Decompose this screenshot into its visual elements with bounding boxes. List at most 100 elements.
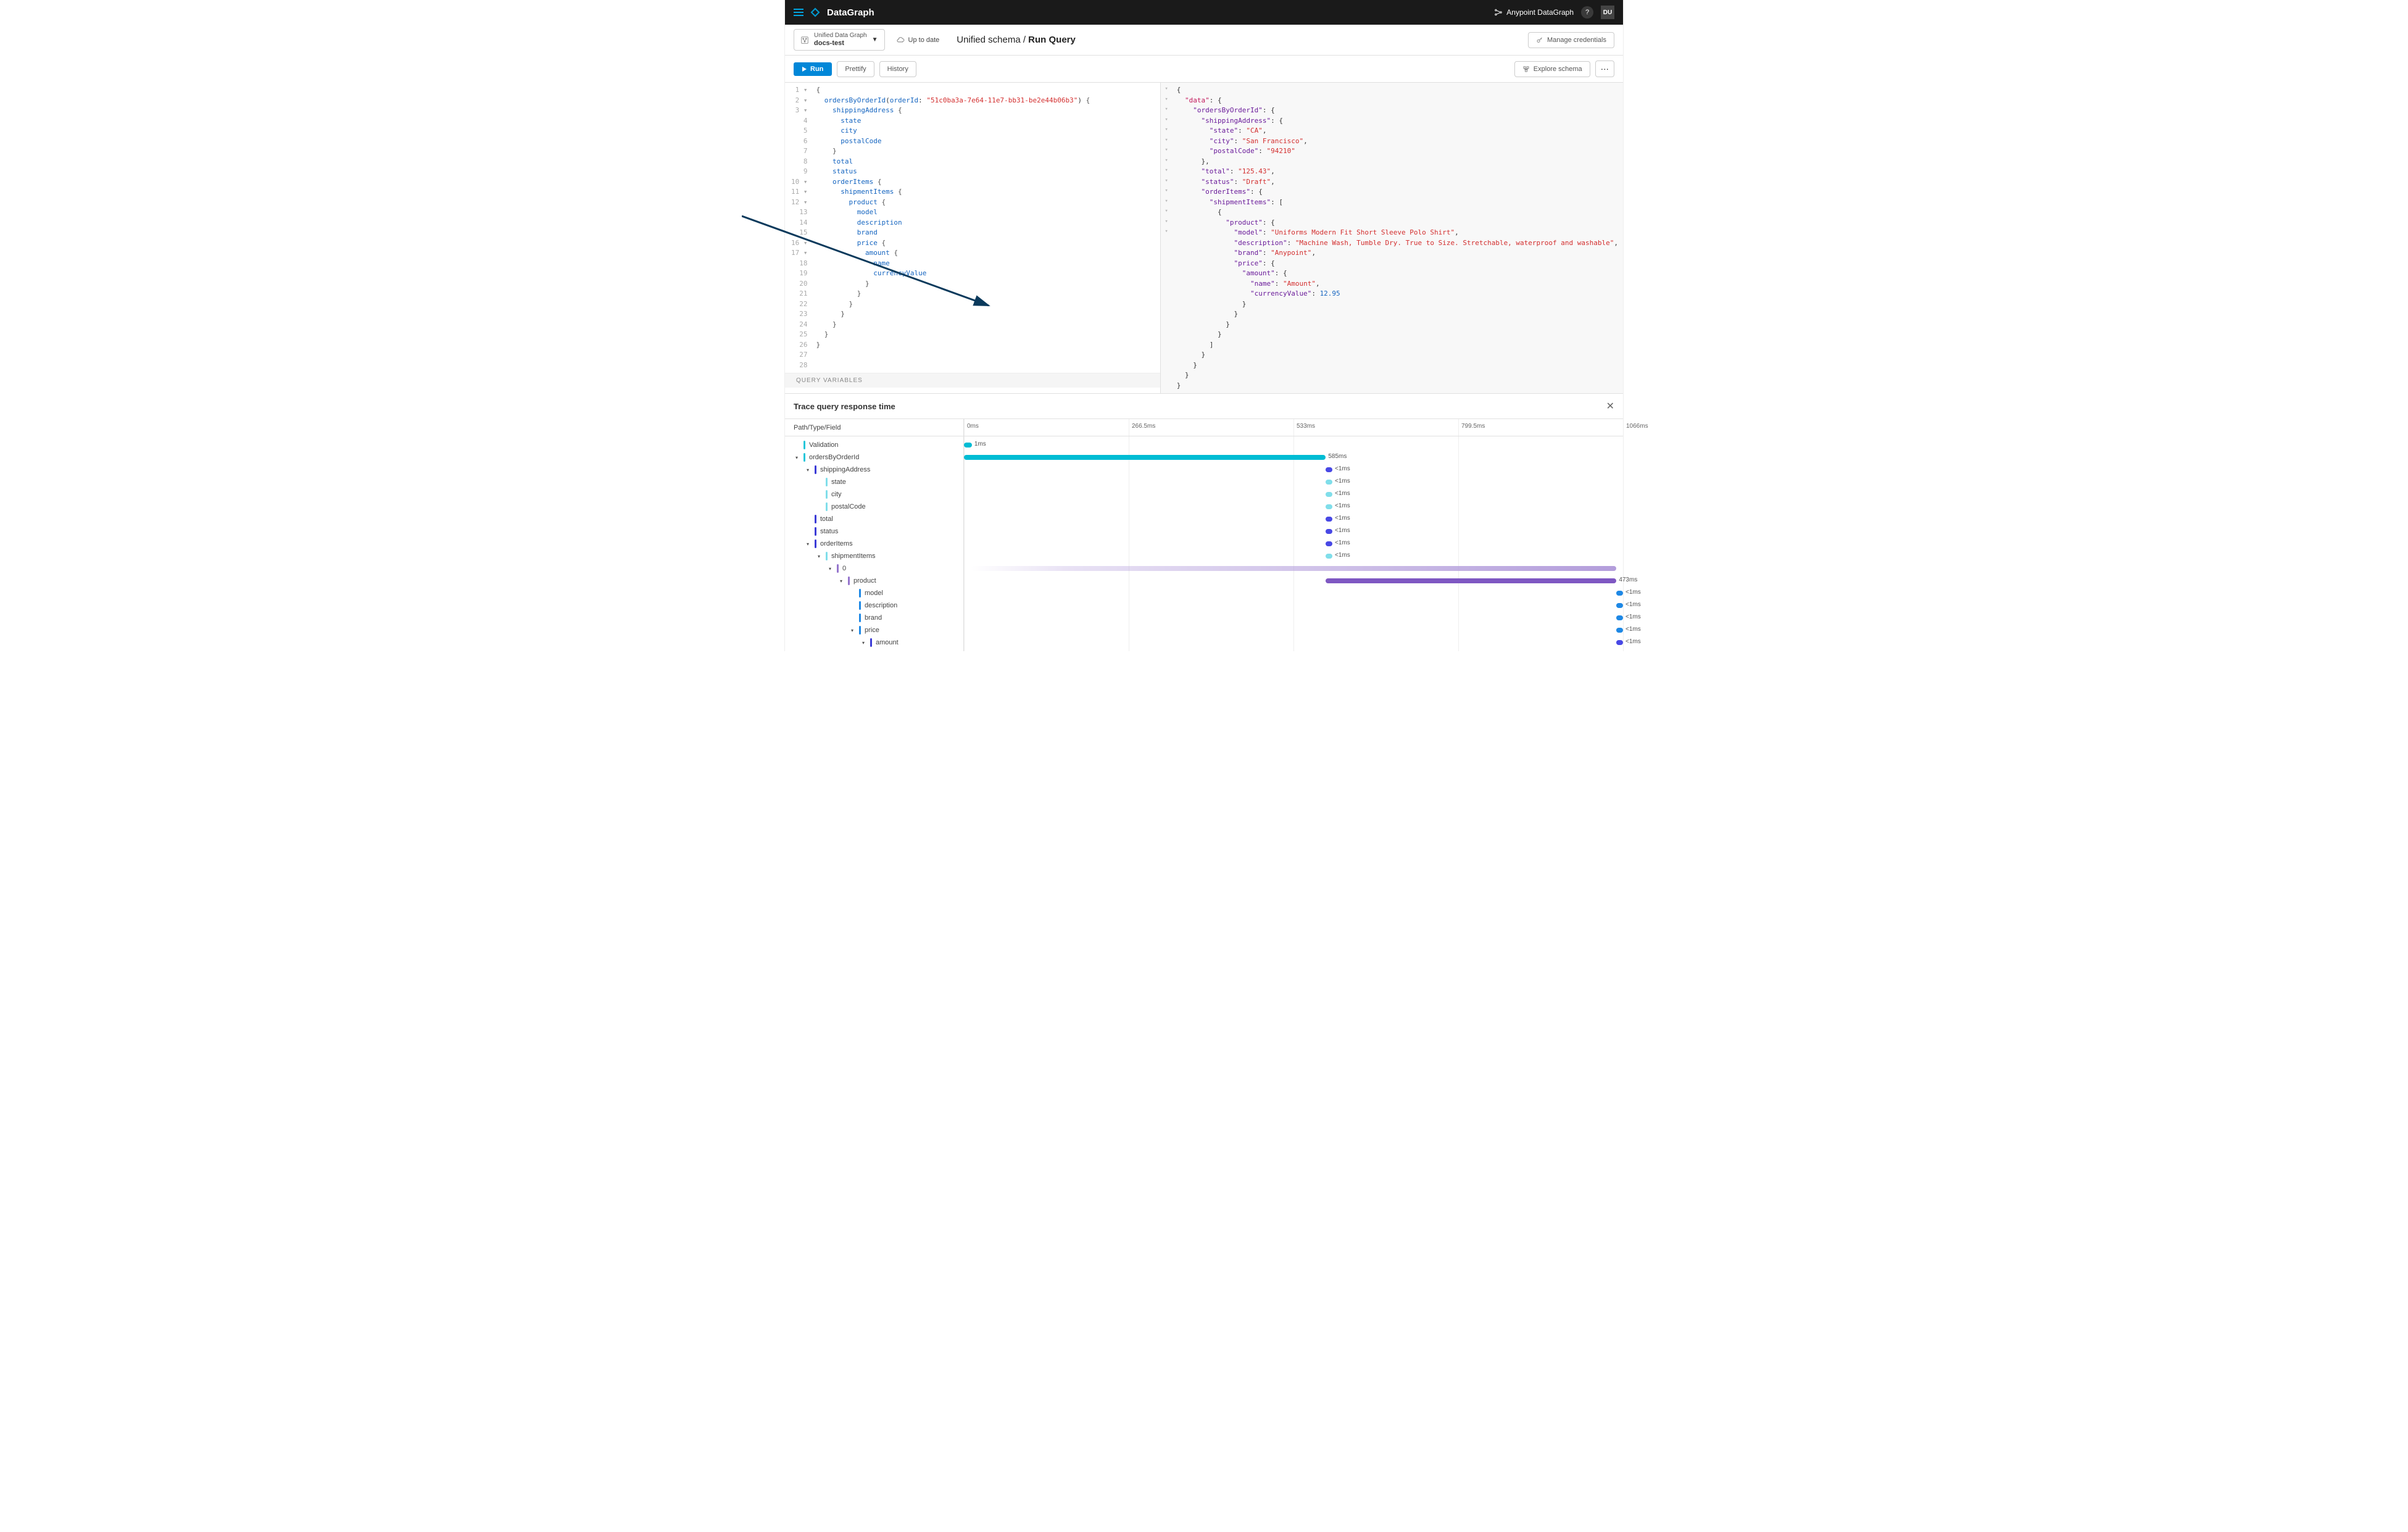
type-pill	[815, 515, 816, 523]
duration-bar	[1326, 467, 1332, 472]
duration-bar	[1616, 640, 1623, 645]
menu-icon[interactable]	[794, 9, 803, 16]
trace-row[interactable]: Validation	[785, 439, 963, 451]
trace-row[interactable]: ▾shippingAddress	[785, 464, 963, 476]
duration-label: <1ms	[1625, 601, 1641, 608]
trace-row[interactable]: postalCode	[785, 501, 963, 513]
trace-row[interactable]: ▾orderItems	[785, 538, 963, 550]
query-variables-toggle[interactable]: QUERY VARIABLES	[785, 373, 1160, 388]
schema-icon	[1522, 65, 1530, 73]
project-line2: docs-test	[814, 40, 867, 48]
trace-field-label: total	[820, 515, 833, 523]
duration-bar	[1326, 554, 1332, 559]
more-menu-button[interactable]: ···	[1595, 60, 1614, 77]
trace-row[interactable]: ▾shipmentItems	[785, 550, 963, 562]
type-pill	[859, 601, 861, 610]
expand-toggle[interactable]: ▾	[816, 554, 822, 559]
trace-field-label: state	[831, 478, 846, 486]
prettify-button[interactable]: Prettify	[837, 61, 874, 77]
run-button[interactable]: Run	[794, 62, 832, 76]
cloud-icon	[896, 36, 905, 44]
sub-header: Unified Data Graph docs-test ▼ Up to dat…	[785, 25, 1623, 56]
nodes-icon	[1494, 8, 1503, 17]
trace-title: Trace query response time	[794, 402, 895, 411]
trace-field-label: status	[820, 528, 838, 535]
expand-toggle[interactable]: ▾	[849, 628, 855, 633]
trace-field-label: product	[853, 577, 876, 585]
trace-bar-row	[964, 562, 1623, 575]
time-axis: 0ms266.5ms533ms799.5ms1066ms	[964, 419, 1623, 436]
query-toolbar: Run Prettify History Explore schema ···	[785, 56, 1623, 83]
query-code[interactable]: { ordersByOrderId(orderId: "51c0ba3a-7e6…	[812, 83, 1161, 373]
duration-label: 585ms	[1328, 453, 1347, 460]
expand-toggle[interactable]: ▾	[805, 541, 811, 547]
duration-label: <1ms	[1335, 502, 1350, 509]
type-pill	[826, 552, 828, 560]
trace-row[interactable]: ▾ ordersByOrderId	[785, 451, 963, 464]
duration-bar	[1326, 541, 1332, 546]
trace-bar-row: <1ms	[964, 550, 1623, 562]
help-icon[interactable]: ?	[1581, 6, 1593, 19]
duration-bar	[1616, 591, 1623, 596]
type-pill	[815, 527, 816, 536]
trace-row[interactable]: model	[785, 587, 963, 599]
duration-label: <1ms	[1335, 539, 1350, 546]
trace-bar-row: <1ms	[964, 587, 1623, 599]
explore-schema-button[interactable]: Explore schema	[1514, 61, 1590, 77]
manage-credentials-button[interactable]: Manage credentials	[1528, 32, 1614, 48]
history-button[interactable]: History	[879, 61, 916, 77]
expand-toggle[interactable]: ▾	[805, 467, 811, 473]
expand-toggle[interactable]: ▾	[794, 455, 800, 460]
type-pill	[826, 502, 828, 511]
trace-bar-row: <1ms	[964, 525, 1623, 538]
trace-bar-row: <1ms	[964, 599, 1623, 612]
trace-row[interactable]: status	[785, 525, 963, 538]
type-pill	[803, 441, 805, 449]
trace-row[interactable]: city	[785, 488, 963, 501]
expand-toggle[interactable]: ▾	[827, 566, 833, 572]
trace-field-label: model	[865, 589, 883, 597]
close-icon[interactable]: ✕	[1606, 400, 1614, 412]
duration-label: 473ms	[1619, 577, 1637, 583]
trace-row[interactable]: brand	[785, 612, 963, 624]
line-gutter: 1 ▾2 ▾3 ▾4 5 6 7 8 9 10 ▾11 ▾12 ▾13 14 1…	[785, 83, 812, 373]
brand-title: DataGraph	[827, 7, 874, 18]
trace-path-tree: Validation ▾ ordersByOrderId ▾shippingAddre…	[785, 436, 964, 651]
trace-bar-row: 473ms	[964, 575, 1623, 587]
trace-bar-row: <1ms	[964, 624, 1623, 636]
trace-field-label: ordersByOrderId	[809, 454, 859, 461]
user-avatar[interactable]: DU	[1601, 6, 1614, 19]
trace-row[interactable]: description	[785, 599, 963, 612]
trace-row[interactable]: total	[785, 513, 963, 525]
trace-field-label: amount	[876, 639, 899, 646]
trace-grid: Path/Type/Field 0ms266.5ms533ms799.5ms10…	[785, 418, 1623, 651]
project-selector[interactable]: Unified Data Graph docs-test ▼	[794, 29, 885, 51]
trace-bar-row: 1ms	[964, 439, 1623, 451]
duration-bar	[964, 455, 1326, 460]
trace-row[interactable]: state	[785, 476, 963, 488]
graph-icon	[800, 36, 809, 44]
duration-bar	[964, 443, 972, 448]
trace-row[interactable]: ▾price	[785, 624, 963, 636]
duration-bar	[1616, 603, 1623, 608]
duration-bar	[1326, 578, 1616, 583]
trace-bar-row: <1ms	[964, 538, 1623, 550]
type-pill	[815, 465, 816, 474]
trace-bar-row: <1ms	[964, 513, 1623, 525]
app-header: DataGraph Anypoint DataGraph ? DU	[785, 0, 1623, 25]
duration-label: <1ms	[1625, 638, 1641, 645]
play-icon	[802, 67, 807, 72]
result-pane: ▾▾▾▾▾▾▾▾▾▾▾▾▾▾▾ { "data": { "ordersByOrd…	[1161, 83, 1623, 393]
trace-row[interactable]: ▾ amount	[785, 636, 963, 649]
duration-bar	[1326, 480, 1332, 485]
expand-toggle[interactable]: ▾	[860, 640, 866, 646]
project-line1: Unified Data Graph	[814, 32, 867, 40]
product-link[interactable]: Anypoint DataGraph	[1494, 8, 1574, 17]
trace-row[interactable]: ▾ product	[785, 575, 963, 587]
query-editor[interactable]: 1 ▾2 ▾3 ▾4 5 6 7 8 9 10 ▾11 ▾12 ▾13 14 1…	[785, 83, 1161, 393]
trace-row[interactable]: ▾0	[785, 562, 963, 575]
type-pill	[803, 453, 805, 462]
expand-toggle[interactable]: ▾	[838, 578, 844, 584]
type-pill	[859, 614, 861, 622]
result-code[interactable]: { "data": { "ordersByOrderId": { "shippi…	[1172, 83, 1623, 393]
